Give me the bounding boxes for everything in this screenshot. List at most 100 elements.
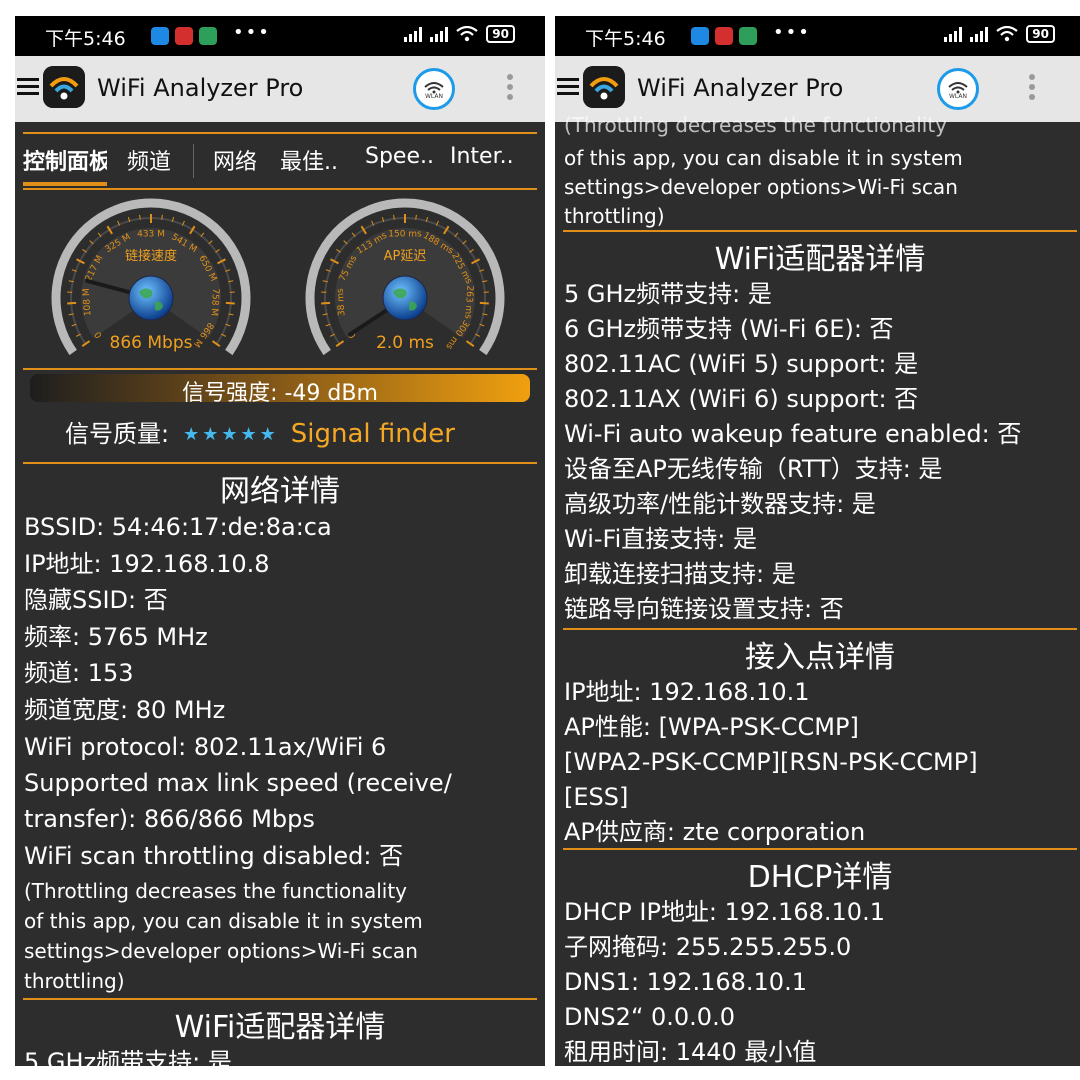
shield-icon: [739, 27, 757, 45]
tab-channel[interactable]: 频道: [127, 144, 197, 176]
wlan-button[interactable]: WLAN: [413, 68, 455, 110]
battery-icon: 90: [1026, 25, 1055, 43]
globe-icon: [128, 275, 174, 321]
dhcp-details-heading: DHCP详情: [747, 860, 893, 895]
adapter-row: 802.11AC (WiFi 5) support: 是: [564, 350, 919, 378]
dashboard-content: 控制面板 频道 网络 最佳.. Spee.. Inter.. 0 108 M 217…: [15, 122, 545, 1066]
app-bar: WiFi Analyzer Pro WLAN: [15, 56, 545, 122]
throttle-note-line: throttling): [24, 969, 125, 993]
gauge-tick: [321, 301, 331, 305]
signal-quality-row: 信号质量: ★★★★★ Signal finder: [65, 414, 455, 449]
wifi-icon: [424, 82, 444, 94]
cell-signal-icon: [404, 26, 423, 42]
tab-best-channel[interactable]: 最佳..: [280, 144, 360, 176]
signal-quality-label: 信号质量:: [65, 420, 170, 448]
battery-icon: 90: [486, 25, 515, 43]
adapter-row: Wi-Fi auto wakeup feature enabled: 否: [564, 420, 1022, 448]
divider: [23, 368, 537, 370]
divider: [563, 848, 1077, 850]
gauge-title: AP延迟: [384, 249, 427, 264]
throttle-note-line: settings>developer options>Wi-Fi scan: [24, 939, 418, 963]
gauge-tick-label: 150 ms: [388, 230, 422, 240]
gauge-tick-label: 758 M: [208, 288, 220, 316]
wifi-icon: [948, 82, 968, 94]
status-indicators: 90: [944, 25, 1055, 43]
menu-icon[interactable]: [557, 78, 579, 96]
gauge-tick-label: 433 M: [137, 230, 165, 240]
app-logo-icon: [43, 66, 85, 108]
wifi-icon: [456, 26, 478, 42]
throttle-note-line: throttling): [564, 204, 665, 228]
status-time: 下午5:46: [585, 28, 666, 50]
overflow-menu-icon[interactable]: [1029, 74, 1035, 104]
more-notifications-icon: •••: [773, 22, 811, 43]
adapter-row: 6 GHz频带支持 (Wi-Fi 6E): 否: [564, 315, 894, 343]
app-notification-icon: [175, 27, 193, 45]
adapter-row: 802.11AX (WiFi 6) support: 否: [564, 385, 919, 413]
network-details-heading: 网络详情: [220, 474, 340, 509]
link-speed-gauge: 0108 M217 M325 M 433 M 541 M650 M758 M866 …: [51, 198, 251, 356]
signal-stars: ★★★★★: [183, 424, 279, 445]
adapter-row: 设备至AP无线传输（RTT）支持: 是: [564, 455, 943, 483]
tab-internet[interactable]: Inter..: [450, 144, 536, 169]
app-title: WiFi Analyzer Pro: [637, 74, 844, 102]
throttle-note-line: (Throttling decreases the functionality: [564, 113, 948, 137]
cell-signal-icon: [970, 26, 989, 42]
divider: [23, 188, 537, 190]
max-link-speed-row: Supported max link speed (receive/: [24, 769, 452, 797]
tab-speed[interactable]: Spee..: [365, 144, 451, 169]
left-screen: 下午5:46 ••• 90 WiFi Analyzer Pro WLAN 控制面…: [15, 16, 545, 1066]
gauge-tick: [393, 214, 395, 220]
ip-address-row: IP地址: 192.168.10.8: [24, 550, 270, 578]
status-bar: 下午5:46 ••• 90: [555, 16, 1080, 56]
status-bar: 下午5:46 ••• 90: [15, 16, 545, 56]
right-screen: 下午5:46 ••• 90 WiFi Analyzer Pro WLAN (Th…: [555, 16, 1080, 1066]
hidden-ssid-row: 隐藏SSID: 否: [24, 586, 168, 614]
more-notifications-icon: •••: [233, 22, 271, 43]
signal-strength-text: 信号强度: -49 dBm: [182, 381, 378, 406]
throttle-note-line: (Throttling decreases the functionality: [24, 879, 408, 903]
divider: [563, 628, 1077, 630]
gauge-tick-label: 108 M: [82, 288, 94, 316]
app-notification-icon: [715, 27, 733, 45]
divider: [563, 230, 1077, 232]
adapter-details-heading: WiFi适配器详情: [714, 242, 926, 277]
gauge-tick: [139, 214, 141, 220]
wifi-protocol-row: WiFi protocol: 802.11ax/WiFi 6: [24, 733, 387, 761]
gauge-tick: [479, 301, 489, 305]
gauge-tick: [225, 301, 235, 305]
tab-underline: [23, 182, 107, 186]
channel-width-row: 频道宽度: 80 MHz: [24, 696, 226, 724]
tab-separator: [193, 144, 194, 178]
wlan-button[interactable]: WLAN: [937, 68, 979, 110]
adapter-row: 链路导向链接设置支持: 否: [564, 595, 844, 623]
signal-finder-link[interactable]: Signal finder: [291, 419, 455, 449]
tab-bar: 控制面板 频道 网络 最佳.. Spee.. Inter..: [23, 144, 537, 186]
tab-network[interactable]: 网络: [213, 144, 283, 176]
gauge-tick: [161, 214, 163, 220]
bssid-row: BSSID: 54:46:17:de:8a:ca: [24, 513, 332, 541]
channel-row: 频道: 153: [24, 659, 134, 687]
gauge-value: 2.0 ms: [376, 333, 434, 353]
status-indicators: 90: [404, 25, 515, 43]
shield-icon: [199, 27, 217, 45]
app-notification-icon: [691, 27, 709, 45]
wifi-icon: [996, 26, 1018, 42]
tab-dashboard[interactable]: 控制面板: [23, 144, 107, 176]
adapter-row: Wi-Fi直接支持: 是: [564, 525, 757, 553]
divider: [23, 132, 537, 134]
adapter-details-heading: WiFi适配器详情: [174, 1010, 386, 1045]
access-point-heading: 接入点详情: [745, 640, 895, 675]
menu-icon[interactable]: [17, 78, 39, 96]
dhcp-row: 子网掩码: 255.255.255.0: [564, 933, 852, 961]
throttle-note-line: of this app, you can disable it in syste…: [24, 909, 423, 933]
status-time: 下午5:46: [45, 28, 126, 50]
notification-icons: [151, 27, 217, 45]
ap-latency-gauge: 038 ms75 ms113 ms150 ms188 ms225 ms263 m…: [305, 198, 505, 356]
wlan-label: WLAN: [424, 93, 443, 100]
cell-signal-icon: [430, 26, 449, 42]
app-logo-icon: [583, 66, 625, 108]
gauge-value: 866 Mbps: [110, 333, 193, 353]
wlan-label: WLAN: [948, 93, 967, 100]
overflow-menu-icon[interactable]: [507, 74, 513, 104]
